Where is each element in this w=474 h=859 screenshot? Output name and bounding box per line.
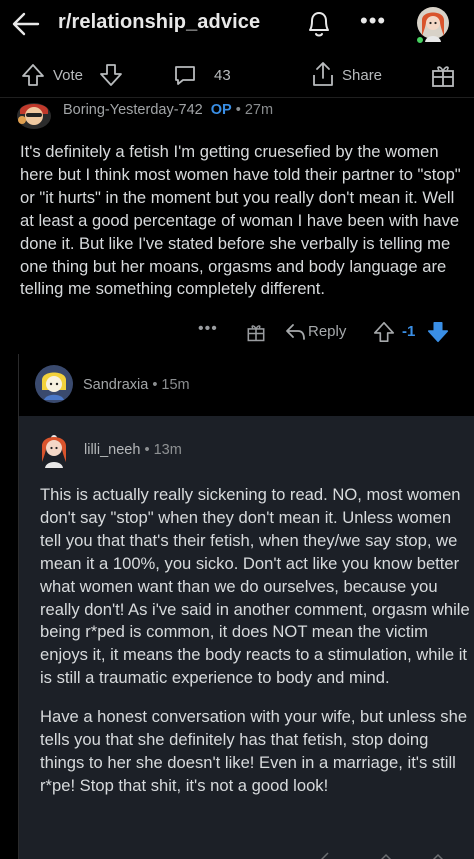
comment-age: • 27m [235, 102, 274, 118]
reply-button[interactable]: Reply [308, 323, 346, 340]
comment-action-bar-partial [320, 848, 470, 859]
commenter-avatar[interactable] [34, 364, 74, 404]
top-app-bar: r/relationship_advice ••• [0, 0, 474, 50]
comment-body: It's definitely a fetish I'm getting cru… [20, 142, 461, 299]
comment-count[interactable]: 43 [214, 67, 231, 84]
more-options-button[interactable]: ••• [360, 8, 386, 34]
downvote-arrow-down-icon[interactable] [98, 62, 124, 88]
divider [0, 97, 474, 98]
comment-body: This is actually really sickening to rea… [40, 484, 470, 814]
downvote-arrow-down-icon[interactable] [426, 320, 450, 344]
vote-label: Vote [53, 67, 84, 84]
comment-author-line: Sandraxia • 15m [83, 377, 190, 393]
comment-author-name[interactable]: Boring-Yesterday-742 [63, 102, 203, 118]
comment-paragraph: This is actually really sickening to rea… [40, 485, 470, 688]
gift-icon[interactable] [430, 61, 456, 89]
upvote-arrow-up-icon[interactable] [372, 320, 396, 344]
share-label[interactable]: Share [342, 67, 382, 84]
comment-author-line: lilli_neeh • 13m [84, 442, 182, 458]
back-arrow-icon[interactable] [10, 8, 42, 40]
gift-icon[interactable] [246, 321, 266, 343]
comment-score: -1 [402, 323, 416, 340]
online-status-dot [415, 35, 425, 45]
subreddit-title[interactable]: r/relationship_advice [58, 11, 260, 34]
bell-icon[interactable] [305, 9, 333, 39]
comment-author-name[interactable]: lilli_neeh [84, 442, 140, 458]
comment-age: • 15m [152, 377, 190, 393]
comment-age: • 13m [144, 442, 182, 458]
comment-more-button[interactable]: ••• [198, 320, 218, 338]
post-action-bar: Vote 43 Share [0, 58, 474, 94]
reply-arrow-icon[interactable] [284, 322, 306, 342]
comment-author-line: Boring-Yesterday-742 OP • 27m [63, 102, 273, 118]
comment-paragraph: Have a honest conversation with your wif… [40, 707, 468, 795]
op-badge: OP [210, 102, 232, 118]
share-icon[interactable] [310, 60, 336, 88]
upvote-arrow-up-icon[interactable] [20, 62, 46, 88]
speech-bubble-icon[interactable] [172, 62, 198, 88]
commenter-avatar[interactable] [36, 422, 72, 468]
comment-action-bar: ••• Reply -1 [0, 318, 474, 346]
comment-author-name[interactable]: Sandraxia [83, 377, 148, 393]
commenter-avatar[interactable] [14, 96, 54, 130]
